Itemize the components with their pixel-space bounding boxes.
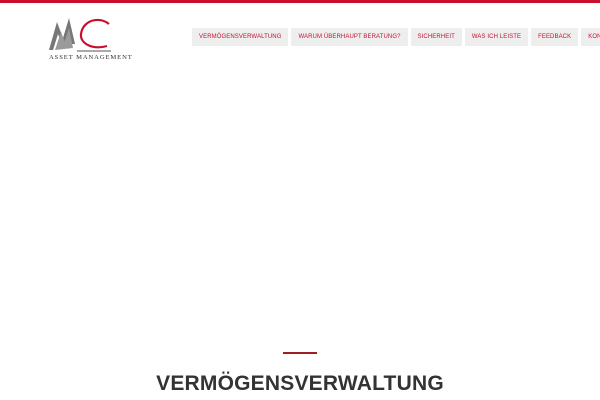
main-nav: VERMÖGENSVERWALTUNG WARUM ÜBERHAUPT BERA… xyxy=(192,28,600,46)
top-accent-bar xyxy=(0,0,600,3)
nav-item-feedback[interactable]: FEEDBACK xyxy=(531,28,579,46)
nav-item-kontakt[interactable]: KONTAKT xyxy=(581,28,600,46)
mc-logo-icon xyxy=(49,18,111,52)
page-title: VERMÖGENSVERWALTUNG xyxy=(156,372,444,395)
title-accent-line xyxy=(283,352,317,354)
nav-item-vermoegensverwaltung[interactable]: VERMÖGENSVERWALTUNG xyxy=(192,28,289,46)
nav-item-was-ich-leiste[interactable]: WAS ICH LEISTE xyxy=(464,28,529,46)
logo-text: ASSET MANAGEMENT xyxy=(49,54,133,61)
nav-item-sicherheit[interactable]: SICHERHEIT xyxy=(410,28,462,46)
nav-item-warum-beratung[interactable]: WARUM ÜBERHAUPT BERATUNG? xyxy=(291,28,408,46)
